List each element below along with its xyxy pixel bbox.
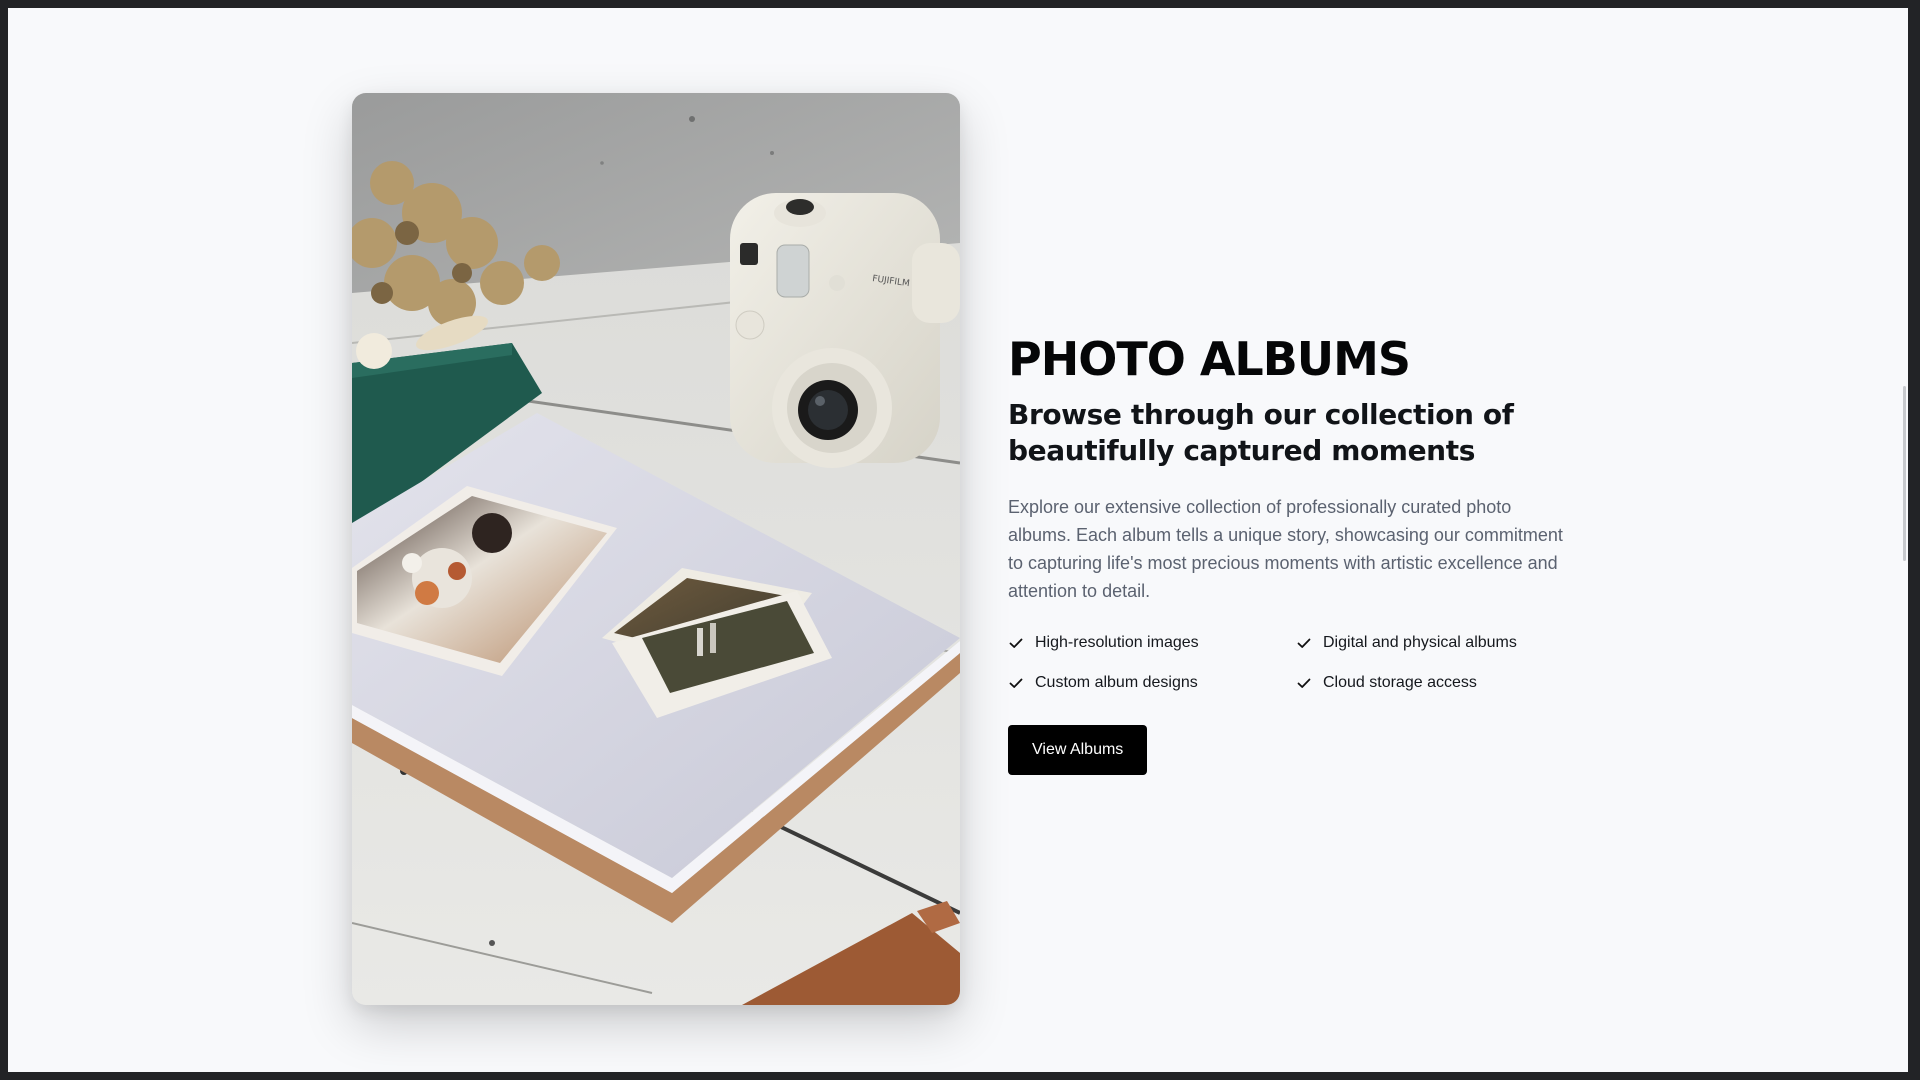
scrollbar-thumb[interactable] [1903,386,1906,561]
section-description: Explore our extensive collection of prof… [1008,497,1563,601]
check-icon [1297,638,1311,648]
feature-label: Cloud storage access [1323,674,1477,691]
view-albums-button[interactable]: View Albums [1008,725,1148,775]
photo-albums-content: PHOTO ALBUMS Browse through our collecti… [1008,332,1568,775]
section-title: PHOTO ALBUMS [1008,332,1411,386]
feature-list: High-resolution images Digital and physi… [1008,631,1568,695]
feature-item: Digital and physical albums [1296,631,1584,655]
check-icon [1297,678,1311,688]
feature-item: Custom album designs [1008,671,1296,695]
section-subtitle: Browse through our collection of beautif… [1008,398,1514,467]
photo-albums-image: FUJIFILM [352,93,960,1005]
check-icon [1009,678,1023,688]
feature-item: Cloud storage access [1296,671,1584,695]
feature-label: High-resolution images [1035,634,1199,651]
feature-item: High-resolution images [1008,631,1296,655]
page-viewport: FUJIFILM PHOTO ALBUMS Browse through our… [8,8,1908,1072]
feature-label: Custom album designs [1035,674,1198,691]
check-icon [1009,638,1023,648]
feature-label: Digital and physical albums [1323,634,1517,651]
